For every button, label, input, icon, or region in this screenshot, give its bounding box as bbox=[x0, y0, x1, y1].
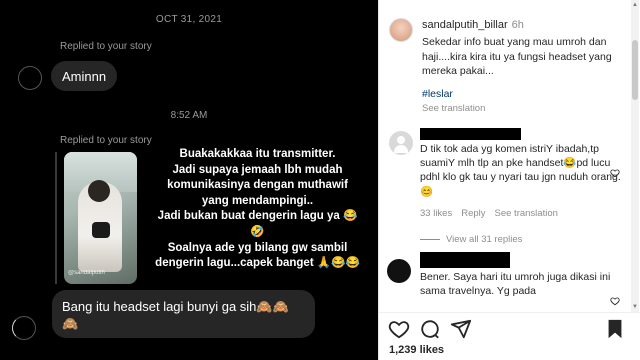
comment-see-translation[interactable]: See translation bbox=[495, 208, 558, 219]
comment-meta: 33 likes Reply See translation bbox=[420, 208, 567, 219]
likes-count[interactable]: 1,239 likes bbox=[389, 344, 444, 356]
reply-indicator-line bbox=[55, 152, 57, 284]
heart-icon[interactable] bbox=[610, 296, 620, 306]
replied-label: Replied to your story bbox=[60, 41, 152, 52]
story-reply-line: Soalnya ade yg bilang gw sambil bbox=[167, 241, 348, 254]
story-reply-line: dengerin lagu...capek banget 🙏😂😂 bbox=[155, 257, 360, 270]
share-icon[interactable] bbox=[450, 318, 472, 340]
post-time: 6h bbox=[511, 19, 524, 31]
post-username[interactable]: sandalputih_billar bbox=[422, 19, 508, 31]
dm-date: OCT 31, 2021 bbox=[155, 14, 223, 25]
story-reply-text[interactable]: Buakakakkaa itu transmitter. Jadi supaya… bbox=[150, 147, 365, 272]
comment-reply-link[interactable]: Reply bbox=[461, 208, 485, 219]
message-text: Bang itu headset lagi bunyi ga sih🙈🙈 bbox=[62, 299, 289, 314]
post-action-bar: 1,239 likes bbox=[379, 312, 640, 360]
message-text: Aminnn bbox=[62, 69, 107, 84]
dm-thread: OCT 31, 2021 Replied to your story Aminn… bbox=[0, 0, 378, 360]
post-caption: Sekedar info buat yang mau umroh dan haj… bbox=[422, 36, 612, 77]
comment-likes-count[interactable]: 33 likes bbox=[420, 208, 452, 219]
view-replies-line bbox=[420, 238, 440, 240]
comment-text: Bener. Saya hari itu umroh juga dikasi i… bbox=[420, 271, 611, 298]
comment-avatar[interactable] bbox=[389, 131, 413, 155]
story-caption: @sandalputih bbox=[68, 270, 105, 276]
story-reply-line: 🤣 bbox=[250, 225, 265, 238]
save-icon[interactable] bbox=[604, 318, 626, 340]
scroll-thumb[interactable] bbox=[632, 40, 638, 100]
story-reply-line: Jadi bukan buat dengerin lagu ya 😂 bbox=[157, 210, 358, 223]
like-icon[interactable] bbox=[388, 318, 410, 340]
replied-label: Replied to your story bbox=[60, 135, 152, 146]
story-reply-line: Buakakakkaa itu transmitter. bbox=[179, 148, 336, 160]
post-author-avatar[interactable] bbox=[389, 18, 413, 42]
comment-text: D tik tok ada yg komen istriY ibadah,tp … bbox=[420, 143, 621, 198]
post-header: sandalputih_billar 6h bbox=[422, 19, 524, 31]
story-reply-line: komunikasinya dengan muthawif bbox=[167, 179, 348, 192]
story-reply-line: Jadi supaya jemaah lbh mudah bbox=[172, 163, 343, 176]
message-bubble[interactable]: Aminnn bbox=[51, 61, 117, 91]
redacted-username bbox=[420, 128, 521, 140]
screenshot-root: OCT 31, 2021 Replied to your story Aminn… bbox=[0, 0, 640, 360]
comment-avatar[interactable] bbox=[387, 259, 411, 283]
view-all-replies-label: View all 31 replies bbox=[446, 234, 523, 245]
dm-time: 8:52 AM bbox=[170, 110, 208, 121]
see-translation-link[interactable]: See translation bbox=[422, 103, 485, 114]
message-text: 🙈 bbox=[62, 316, 79, 331]
comment-icon[interactable] bbox=[419, 318, 441, 340]
message-bubble[interactable]: Bang itu headset lagi bunyi ga sih🙈🙈 🙈 bbox=[52, 290, 315, 338]
redacted-username bbox=[420, 252, 510, 268]
story-reply-line: yang mendampingi.. bbox=[201, 194, 314, 207]
scrollbar[interactable]: ▲ ▼ bbox=[631, 0, 639, 312]
instagram-comments-panel: sandalputih_billar 6h Sekedar info buat y… bbox=[379, 0, 640, 360]
scroll-down-icon[interactable]: ▼ bbox=[632, 304, 638, 310]
story-person-head bbox=[88, 180, 110, 202]
story-thumbnail[interactable]: @sandalputih bbox=[64, 152, 137, 284]
sender-avatar bbox=[12, 316, 36, 340]
sender-avatar bbox=[18, 66, 42, 90]
post-hashtag[interactable]: #leslar bbox=[422, 88, 453, 100]
view-all-replies[interactable]: View all 31 replies bbox=[420, 234, 522, 245]
story-bag bbox=[92, 222, 110, 238]
heart-icon[interactable] bbox=[610, 168, 620, 178]
scroll-up-icon[interactable]: ▲ bbox=[632, 2, 638, 8]
